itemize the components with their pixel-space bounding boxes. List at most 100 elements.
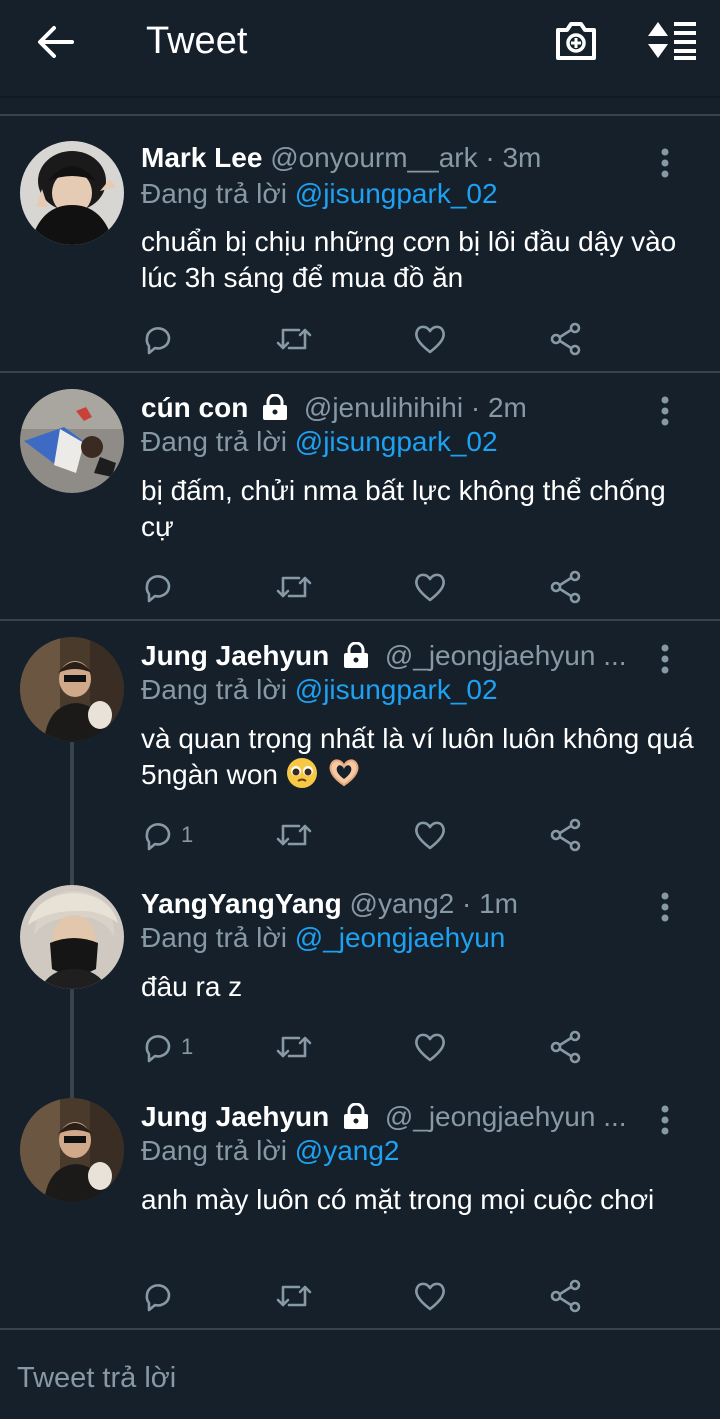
- user-handle: @_jeongjaehyun ...: [384, 640, 627, 671]
- avatar[interactable]: [20, 885, 124, 989]
- avatar[interactable]: [20, 637, 124, 741]
- reply-compose-bar[interactable]: Tweet trả lời: [0, 1328, 720, 1419]
- user-name[interactable]: Jung Jaehyun: [141, 640, 329, 671]
- tweet-item[interactable]: YangYangYang @yang2 · 1m Đang trả lời @_…: [0, 869, 720, 1079]
- avatar[interactable]: [20, 141, 124, 245]
- like-button[interactable]: [413, 1027, 447, 1067]
- share-icon: [550, 570, 581, 604]
- lock-icon: [263, 394, 288, 420]
- retweet-icon: [276, 328, 312, 350]
- tweet-actions: 1: [0, 815, 720, 855]
- share-button[interactable]: [549, 815, 583, 855]
- reply-button[interactable]: [141, 1276, 181, 1316]
- heart-icon: [415, 821, 445, 850]
- reply-prefix: Đang trả lời: [141, 1135, 287, 1166]
- like-button[interactable]: [413, 567, 447, 607]
- retweet-button[interactable]: [275, 1276, 313, 1316]
- replying-to: Đang trả lời @jisungpark_02: [141, 426, 498, 458]
- tweet-actions: 1: [0, 1027, 720, 1067]
- retweet-button[interactable]: [275, 815, 313, 855]
- like-button[interactable]: [413, 319, 447, 359]
- tweet-item[interactable]: Jung Jaehyun @_jeongjaehyun ... Đang trả…: [0, 1082, 720, 1326]
- app-header: Tweet: [0, 0, 720, 98]
- user-handle: @yang2 · 1m: [349, 888, 519, 919]
- reply-icon: [145, 1284, 171, 1312]
- reply-count: 1: [181, 1034, 194, 1059]
- retweet-icon: [276, 824, 312, 846]
- tweet-header: cún con @jenulihihihi · 2m: [141, 392, 640, 424]
- tweet-item[interactable]: Jung Jaehyun @_jeongjaehyun ... Đang trả…: [0, 621, 720, 861]
- user-name[interactable]: YangYangYang: [141, 888, 342, 919]
- tweet-text: bị đấm, chửi nma bất lực không thể chống…: [141, 475, 666, 542]
- heart-hands-emoji-icon: [329, 759, 359, 787]
- reply-prefix: Đang trả lời: [141, 922, 287, 953]
- retweet-icon: [276, 1285, 312, 1307]
- tweet-text: anh mày luôn có mặt trong mọi cuộc chơi: [141, 1184, 655, 1215]
- tweet-header: Jung Jaehyun @_jeongjaehyun ...: [141, 1101, 640, 1133]
- share-button[interactable]: [549, 1027, 583, 1067]
- heart-icon: [415, 325, 445, 354]
- reply-button[interactable]: 1: [141, 1027, 193, 1067]
- share-icon: [550, 322, 581, 356]
- tweet-header: Jung Jaehyun @_jeongjaehyun ...: [141, 640, 640, 672]
- user-name[interactable]: cún con: [141, 392, 248, 423]
- user-name[interactable]: Mark Lee: [141, 142, 262, 173]
- share-icon: [550, 1030, 581, 1064]
- mention-link[interactable]: @_jeongjaehyun: [295, 922, 506, 953]
- reply-icon: [145, 823, 171, 851]
- avatar[interactable]: [20, 1098, 124, 1202]
- tweet-item[interactable]: cún con @jenulihihihi · 2m Đang trả lời …: [0, 373, 720, 619]
- tweet-actions: [0, 1276, 720, 1316]
- share-button[interactable]: [549, 567, 583, 607]
- avatar[interactable]: [20, 389, 124, 493]
- replying-to: Đang trả lời @jisungpark_02: [141, 674, 498, 706]
- back-arrow-icon[interactable]: [34, 22, 78, 62]
- tweet-text-body: và quan trọng nhất là ví luôn luôn không…: [141, 723, 694, 790]
- tweet-header: Mark Lee @onyourm__ark · 3m: [141, 142, 640, 174]
- tweet-actions: [0, 567, 720, 607]
- mention-link[interactable]: @jisungpark_02: [295, 178, 498, 209]
- reply-count: 1: [181, 822, 194, 847]
- user-name[interactable]: Jung Jaehyun: [141, 1101, 329, 1132]
- tweet-header: YangYangYang @yang2 · 1m: [141, 888, 640, 920]
- mention-link[interactable]: @jisungpark_02: [295, 674, 498, 705]
- more-options-icon[interactable]: [656, 396, 674, 432]
- mention-link[interactable]: @jisungpark_02: [295, 426, 498, 457]
- share-button[interactable]: [549, 1276, 583, 1316]
- like-button[interactable]: [413, 815, 447, 855]
- reply-button[interactable]: [141, 319, 181, 359]
- camera-add-icon[interactable]: [554, 18, 598, 64]
- page-title: Tweet: [146, 20, 248, 62]
- reply-prefix: Đang trả lời: [141, 178, 287, 209]
- heart-icon: [415, 573, 445, 602]
- retweet-button[interactable]: [275, 1027, 313, 1067]
- pleading-face-emoji-icon: [286, 758, 317, 788]
- more-options-icon[interactable]: [656, 148, 674, 184]
- retweet-button[interactable]: [275, 567, 313, 607]
- replying-to: Đang trả lời @yang2: [141, 1135, 399, 1167]
- retweet-icon: [276, 1036, 312, 1058]
- share-button[interactable]: [549, 319, 583, 359]
- sort-icon[interactable]: [646, 20, 698, 60]
- tweet-text: đâu ra z: [141, 971, 243, 1002]
- heart-icon: [415, 1282, 445, 1311]
- reply-input[interactable]: Tweet trả lời: [17, 1362, 176, 1395]
- replying-to: Đang trả lời @jisungpark_02: [141, 178, 498, 210]
- reply-prefix: Đang trả lời: [141, 674, 287, 705]
- user-handle: @_jeongjaehyun ...: [384, 1101, 627, 1132]
- more-options-icon[interactable]: [656, 644, 674, 680]
- user-handle: @onyourm__ark · 3m: [270, 142, 542, 173]
- retweet-button[interactable]: [275, 319, 313, 359]
- heart-icon: [415, 1033, 445, 1062]
- reply-button[interactable]: [141, 567, 181, 607]
- mention-link[interactable]: @yang2: [295, 1135, 400, 1166]
- user-handle: @jenulihihihi · 2m: [303, 392, 527, 423]
- lock-icon: [344, 642, 369, 668]
- more-options-icon[interactable]: [656, 892, 674, 928]
- reply-button[interactable]: 1: [141, 815, 193, 855]
- more-options-icon[interactable]: [656, 1105, 674, 1141]
- tweet-actions: [0, 319, 720, 359]
- like-button[interactable]: [413, 1276, 447, 1316]
- tweet-item[interactable]: Mark Lee @onyourm__ark · 3m Đang trả lời…: [0, 116, 720, 372]
- share-icon: [550, 818, 581, 852]
